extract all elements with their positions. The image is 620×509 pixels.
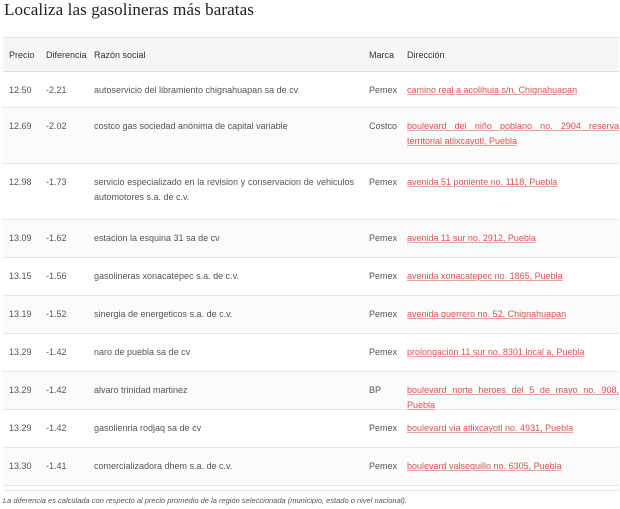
cell-precio: 12.69 bbox=[9, 121, 32, 131]
table-row: 13.15 -1.56 gasolineras xonacatepec s.a. d… bbox=[3, 258, 619, 296]
address-link[interactable]: avenida xonacatepec no. 1865, Puebla bbox=[407, 271, 563, 281]
column-header-razon-social[interactable]: Razón social bbox=[94, 48, 354, 63]
cell-diferencia: -1.62 bbox=[46, 233, 67, 243]
cell-razon-social: autoservicio del libramiento chignahuapa… bbox=[94, 85, 299, 95]
cell-precio: 13.29 bbox=[9, 423, 32, 433]
cell-razon-social: servicio especializado en la revision y … bbox=[94, 177, 354, 202]
cell-marca: Pemex bbox=[369, 271, 398, 281]
cell-marca: Pemex bbox=[369, 85, 398, 95]
cell-marca: Pemex bbox=[369, 347, 398, 357]
address-link[interactable]: boulevard valsequillo no. 6305, Puebla bbox=[407, 461, 562, 471]
cell-direccion: boulevard via atlixcayotl no. 4931, Pueb… bbox=[407, 421, 619, 436]
cell-marca: Pemex bbox=[369, 309, 398, 319]
cell-precio: 13.30 bbox=[9, 461, 32, 471]
column-header-diferencia[interactable]: Diferencia bbox=[46, 48, 87, 63]
table-row: 13.29 -1.42 alvaro trinidad martinez BP boul… bbox=[3, 372, 619, 410]
gas-stations-table: Precio Diferencia Razón social Marca Dir… bbox=[3, 37, 619, 486]
cell-direccion: boulevard del niño poblano no. 2904 rese… bbox=[407, 119, 619, 149]
address-link[interactable]: avenida 11 sur no. 2912, Puebla bbox=[407, 233, 536, 243]
cell-direccion: boulevard norte heroes del 5 de mayo no.… bbox=[407, 383, 619, 413]
cell-marca: BP bbox=[369, 385, 382, 395]
table-row: 13.19 -1.52 sinergia de energeticos s.a. d… bbox=[3, 296, 619, 334]
address-link[interactable]: avenida guerrero no. 52, Chignahuapan bbox=[407, 309, 566, 319]
cell-razon-social: gasolineras xonacatepec s.a. de c.v. bbox=[94, 271, 239, 281]
table-row: 12.69 -2.02 costco gas sociedad anónima de… bbox=[3, 108, 619, 164]
column-header-precio[interactable]: Precio bbox=[9, 48, 35, 63]
cell-diferencia: -1.41 bbox=[46, 461, 67, 471]
cell-razon-social: naro de puebla sa de cv bbox=[94, 347, 191, 357]
table-header: Precio Diferencia Razón social Marca Dir… bbox=[3, 37, 619, 72]
cell-diferencia: -1.42 bbox=[46, 385, 67, 395]
page-title: Localiza las gasolineras más baratas bbox=[4, 0, 254, 19]
cell-precio: 13.09 bbox=[9, 233, 32, 243]
cell-direccion: camino real a acolihuia s/n, Chignahuapa… bbox=[407, 83, 619, 98]
cell-precio: 13.29 bbox=[9, 385, 32, 395]
table-row: 12.50 -2.21 autoservicio del libramiento c… bbox=[3, 72, 619, 108]
cell-razon-social: estacion la esquina 31 sa de cv bbox=[94, 233, 220, 243]
cell-direccion: avenida xonacatepec no. 1865, Puebla bbox=[407, 269, 619, 284]
cell-precio: 12.50 bbox=[9, 85, 32, 95]
table-body: 12.50 -2.21 autoservicio del libramiento c… bbox=[3, 72, 619, 486]
footnote: La diferencia es calculada con respecto … bbox=[3, 496, 407, 505]
address-link[interactable]: avenida 51 poniente no. 1118, Puebla bbox=[407, 177, 557, 187]
address-link[interactable]: boulevard via atlixcayotl no. 4931, Pueb… bbox=[407, 423, 573, 433]
cell-diferencia: -2.21 bbox=[46, 85, 67, 95]
cell-marca: Pemex bbox=[369, 233, 398, 243]
address-link[interactable]: prolongación 11 sur no. 8301 local a, Pu… bbox=[407, 347, 584, 357]
cell-precio: 12.98 bbox=[9, 177, 32, 187]
cell-diferencia: -2.02 bbox=[46, 121, 67, 131]
cell-marca: Pemex bbox=[369, 177, 398, 187]
footer-divider bbox=[3, 490, 619, 491]
table-row: 13.29 -1.42 naro de puebla sa de cv Pemex pr… bbox=[3, 334, 619, 372]
cell-direccion: boulevard valsequillo no. 6305, Puebla bbox=[407, 459, 619, 474]
table-row: 13.09 -1.62 estacion la esquina 31 sa de c… bbox=[3, 220, 619, 258]
cell-precio: 13.19 bbox=[9, 309, 32, 319]
cell-razon-social: gasolienria rodjaq sa de cv bbox=[94, 423, 202, 433]
cell-direccion: prolongación 11 sur no. 8301 local a, Pu… bbox=[407, 345, 619, 360]
cell-razon-social: sinergia de energeticos s.a. de c.v. bbox=[94, 309, 233, 319]
cell-razon-social: costco gas sociedad anónima de capital v… bbox=[94, 121, 288, 131]
address-link[interactable]: camino real a acolihuia s/n, Chignahuapa… bbox=[407, 85, 577, 95]
cell-marca: Costco bbox=[369, 121, 398, 131]
cell-marca: Pemex bbox=[369, 461, 398, 471]
cell-diferencia: -1.42 bbox=[46, 423, 67, 433]
table-row: 13.29 -1.42 gasolienria rodjaq sa de cv Pem… bbox=[3, 410, 619, 448]
cell-diferencia: -1.56 bbox=[46, 271, 67, 281]
cell-precio: 13.29 bbox=[9, 347, 32, 357]
cell-diferencia: -1.73 bbox=[46, 177, 67, 187]
cell-diferencia: -1.42 bbox=[46, 347, 67, 357]
address-link[interactable]: boulevard del niño poblano no. 2904 rese… bbox=[407, 121, 619, 146]
cell-direccion: avenida 51 poniente no. 1118, Puebla bbox=[407, 175, 619, 190]
cell-precio: 13.15 bbox=[9, 271, 32, 281]
cell-diferencia: -1.52 bbox=[46, 309, 67, 319]
column-header-direccion[interactable]: Dirección bbox=[407, 48, 619, 63]
table-row: 13.30 -1.41 comercializadora dhem s.a. de … bbox=[3, 448, 619, 486]
cell-direccion: avenida guerrero no. 52, Chignahuapan bbox=[407, 307, 619, 322]
column-header-marca[interactable]: Marca bbox=[369, 48, 394, 63]
table-row: 12.98 -1.73 servicio especializado en la r… bbox=[3, 164, 619, 220]
cell-razon-social: alvaro trinidad martinez bbox=[94, 385, 188, 395]
cell-marca: Pemex bbox=[369, 423, 398, 433]
cell-razon-social: comercializadora dhem s.a. de c.v. bbox=[94, 461, 233, 471]
address-link[interactable]: boulevard norte heroes del 5 de mayo no.… bbox=[407, 385, 619, 410]
cell-direccion: avenida 11 sur no. 2912, Puebla bbox=[407, 231, 619, 246]
